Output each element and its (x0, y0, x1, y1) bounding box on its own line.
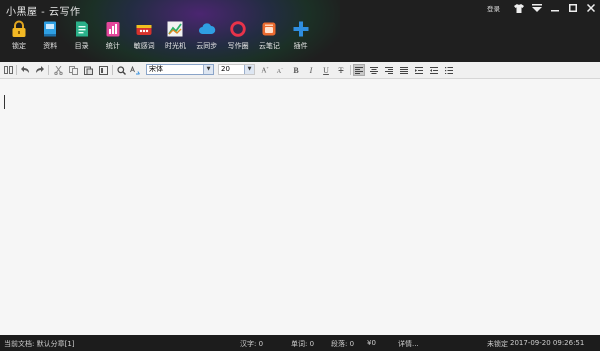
font-family-select[interactable]: 宋体 ▼ (146, 64, 214, 75)
outline-button[interactable]: 目录 (67, 20, 97, 51)
bullet-list-icon[interactable] (443, 64, 455, 76)
lock-icon (12, 20, 26, 37)
window-controls: 登录 (487, 0, 600, 16)
font-size-value: 20 (221, 65, 230, 73)
stats-button[interactable]: 统计 (98, 20, 128, 51)
current-document: 当前文档: 默认分章[1] (4, 340, 75, 348)
sensitive-words-icon (136, 25, 152, 35)
paragraph-count: 段落: 0 (331, 340, 355, 348)
time-machine-button[interactable]: 时光机 (160, 20, 190, 51)
close-icon[interactable] (582, 0, 600, 16)
align-right-icon[interactable] (383, 64, 395, 76)
earnings-value: ¥0 (367, 339, 376, 347)
materials-button[interactable]: 资料 (35, 20, 65, 51)
separator (112, 65, 113, 75)
text-editor[interactable] (0, 79, 600, 335)
title-toolbar-area: 小黑屋 - 云写作 登录 锁定 资料 目录 统计 敏感词 时光机 云同步 写作圈… (0, 0, 600, 62)
maximize-icon[interactable] (564, 0, 582, 16)
font-family-value: 宋体 (149, 65, 163, 73)
sensitive-words-label: 敏感词 (133, 42, 155, 50)
plugins-button[interactable]: 插件 (286, 20, 316, 51)
justify-icon[interactable] (398, 64, 410, 76)
paste-icon[interactable] (82, 64, 94, 76)
format-painter-icon[interactable] (97, 64, 109, 76)
char-count: 汉字: 0 (240, 340, 264, 348)
time-machine-label: 时光机 (164, 42, 186, 50)
outline-label: 目录 (74, 42, 89, 50)
format-toolbar: 宋体 ▼ 20 ▼ A+ A− B I U T (0, 62, 600, 79)
font-grow-icon[interactable]: A+ (259, 64, 271, 76)
cloud-sync-button[interactable]: 云同步 (192, 20, 222, 51)
indent-icon[interactable] (413, 64, 425, 76)
lock-status: 未锁定 (487, 340, 508, 348)
replace-icon[interactable] (129, 64, 141, 76)
bold-button[interactable]: B (290, 64, 302, 76)
align-left-icon[interactable] (353, 64, 365, 76)
cut-icon[interactable] (52, 64, 64, 76)
plus-icon (293, 21, 309, 37)
separator (16, 65, 17, 75)
strikethrough-button[interactable]: T (335, 64, 347, 76)
minimize-icon[interactable] (546, 0, 564, 16)
text-caret (4, 95, 5, 109)
search-icon[interactable] (115, 64, 127, 76)
skin-icon[interactable] (510, 0, 528, 16)
datetime: 2017-09-20 09:26:51 (510, 339, 585, 347)
chevron-down-icon: ▼ (244, 65, 254, 74)
main-toolbar: 锁定 资料 目录 统计 敏感词 时光机 云同步 写作圈 云笔记 插件 (4, 20, 317, 51)
chevron-down-icon: ▼ (203, 65, 213, 74)
italic-button[interactable]: I (305, 64, 317, 76)
cloud-note-label: 云笔记 (258, 42, 280, 50)
lock-button[interactable]: 锁定 (4, 20, 34, 51)
font-size-select[interactable]: 20 ▼ (218, 64, 255, 75)
window-title: 小黑屋 - 云写作 (6, 7, 81, 18)
align-center-icon[interactable] (368, 64, 380, 76)
stats-label: 统计 (105, 42, 120, 50)
cloud-icon (198, 23, 216, 34)
cloud-note-button[interactable]: 云笔记 (254, 20, 284, 51)
separator (350, 65, 351, 75)
lock-label: 锁定 (12, 42, 26, 50)
word-count: 单词: 0 (291, 340, 315, 348)
details-link[interactable]: 详情... (398, 339, 419, 349)
separator (48, 65, 49, 75)
stats-icon (106, 22, 120, 37)
login-button[interactable]: 登录 (487, 3, 500, 13)
split-view-icon[interactable] (2, 64, 14, 76)
menu-icon[interactable] (528, 0, 546, 16)
copy-icon[interactable] (67, 64, 79, 76)
book-icon (44, 21, 57, 37)
undo-icon[interactable] (19, 64, 31, 76)
writing-circle-label: 写作圈 (227, 42, 249, 50)
time-machine-icon (167, 21, 183, 37)
note-icon (262, 22, 276, 36)
ring-icon (230, 21, 246, 37)
outline-icon (75, 21, 88, 37)
sensitive-words-button[interactable]: 敏感词 (129, 20, 159, 51)
materials-label: 资料 (43, 42, 58, 50)
redo-icon[interactable] (33, 64, 45, 76)
cloud-sync-label: 云同步 (196, 42, 218, 50)
outdent-icon[interactable] (428, 64, 440, 76)
status-bar: 当前文档: 默认分章[1] 汉字: 0 单词: 0 段落: 0 ¥0 详情...… (0, 335, 600, 351)
underline-button[interactable]: U (320, 64, 332, 76)
plugins-label: 插件 (293, 42, 308, 50)
writing-circle-button[interactable]: 写作圈 (223, 20, 253, 51)
font-shrink-icon[interactable]: A− (274, 64, 286, 76)
